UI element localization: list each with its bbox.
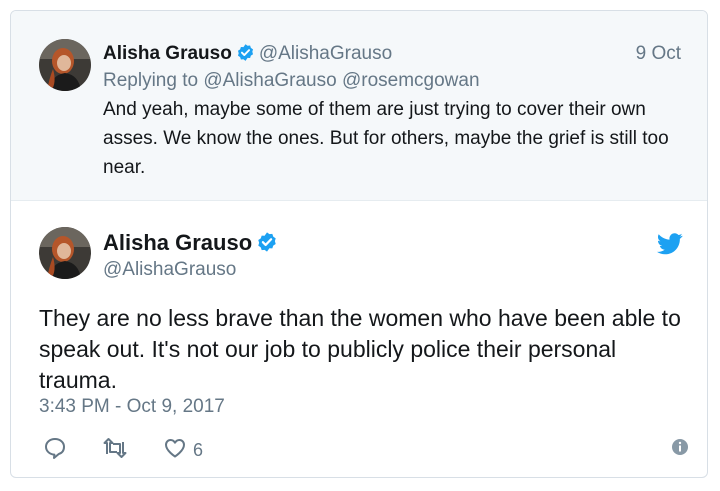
reply-mention-link[interactable]: @AlishaGrauso [203,70,336,91]
like-button[interactable]: 6 [163,436,203,465]
heart-icon [163,436,187,465]
parent-tweet-text: And yeah, maybe some of them are just tr… [103,99,669,178]
verified-badge-icon [236,43,255,70]
author-name[interactable]: Alisha Grauso [103,43,232,64]
tweet-actions: 6 [39,436,689,464]
like-count: 6 [193,440,204,460]
main-tweet-text: They are no less brave than the women wh… [39,305,681,393]
tweet-embed-card: Alisha Grauso @AlishaGrauso 9 Oct Replyin… [10,10,708,478]
verified-badge-icon [256,231,278,260]
parent-tweet-header: Alisha Grauso @AlishaGrauso 9 Oct [103,41,681,67]
reply-mention-link[interactable]: @rosemcgowan [342,70,480,91]
replying-to-line: Replying to @AlishaGrauso @rosemcgowan [103,68,480,94]
retweet-icon [101,436,129,465]
reply-icon [43,436,67,465]
avatar[interactable] [39,227,91,279]
retweet-button[interactable] [101,436,129,465]
info-icon[interactable] [671,438,689,461]
author-handle[interactable]: @AlishaGrauso [103,258,236,282]
parent-tweet[interactable]: Alisha Grauso @AlishaGrauso 9 Oct Replyin… [11,11,707,201]
author-handle[interactable]: @AlishaGrauso [259,43,392,64]
main-tweet-header: Alisha Grauso [103,229,282,260]
reply-button[interactable] [43,436,67,465]
avatar[interactable] [39,39,91,91]
twitter-bird-icon[interactable] [657,233,683,260]
tweet-timestamp[interactable]: 3:43 PM - Oct 9, 2017 [39,395,225,419]
replying-to-label: Replying to [103,70,199,91]
author-name[interactable]: Alisha Grauso [103,230,252,255]
tweet-date[interactable]: 9 Oct [636,41,681,67]
